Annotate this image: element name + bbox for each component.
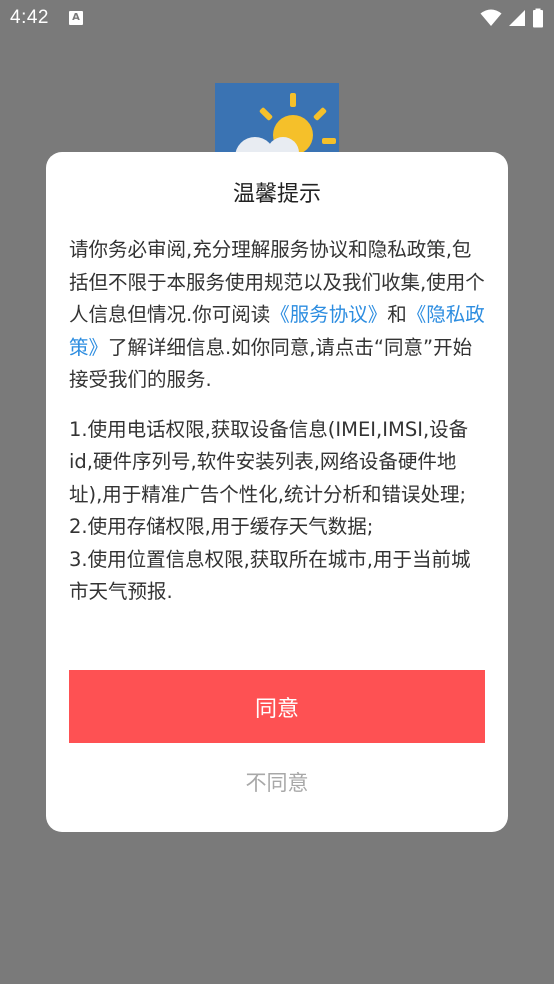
intro-text-part2: 了解详细信息.如你同意,请点击“同意”开始接受我们的服务.: [69, 335, 473, 392]
and-text: 和: [387, 303, 407, 326]
app-logo: [215, 83, 339, 163]
permission-item: 2.使用存储权限,用于缓存天气数据;: [69, 515, 374, 538]
status-bar: 4:42 A: [0, 0, 554, 36]
wifi-icon: [480, 9, 502, 26]
service-agreement-link[interactable]: 《服务协议》: [270, 303, 387, 326]
status-time: 4:42: [10, 7, 49, 28]
dialog-title: 温馨提示: [232, 182, 321, 207]
notification-a-icon: A: [68, 11, 83, 25]
weather-sun-cloud-icon: [215, 83, 339, 163]
intro-paragraph: 请你务必审阅,充分理解服务协议和隐私政策,包括但不限于本服务使用规范以及我们收集…: [69, 234, 485, 397]
permission-item: 3.使用位置信息权限,获取所在城市,用于当前城市天气预报.: [69, 547, 471, 604]
permission-item: 1.使用电话权限,获取设备信息(IMEI,IMSI,设备id,硬件序列号,软件安…: [69, 417, 469, 506]
privacy-dialog: 温馨提示 请你务必审阅,充分理解服务协议和隐私政策,包括但不限于本服务使用规范以…: [46, 152, 508, 832]
agree-button[interactable]: 同意: [69, 670, 485, 743]
signal-icon: [509, 10, 525, 26]
battery-icon: [533, 8, 543, 28]
disagree-button[interactable]: 不同意: [69, 758, 485, 806]
dialog-body: 请你务必审阅,充分理解服务协议和隐私政策,包括但不限于本服务使用规范以及我们收集…: [69, 234, 485, 609]
status-icons: [480, 8, 544, 28]
